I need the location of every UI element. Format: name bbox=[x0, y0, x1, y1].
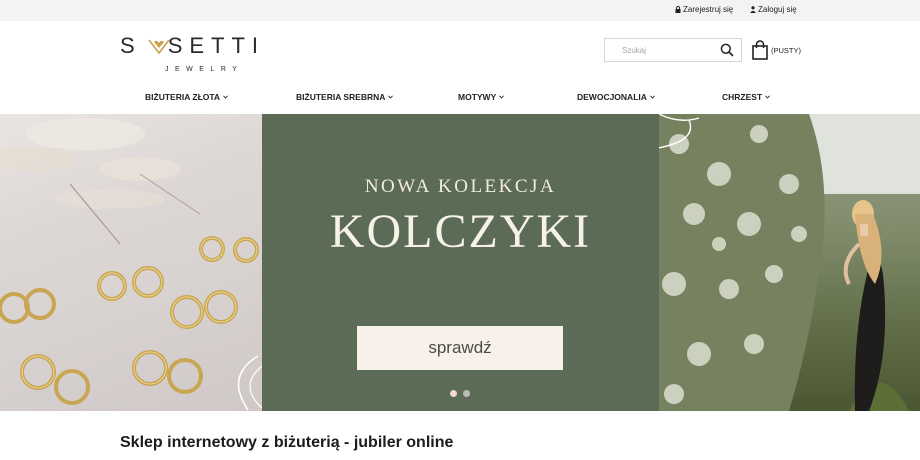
nav-item-label: CHRZEST bbox=[722, 92, 763, 102]
nav-item-devotional[interactable]: DEWOCJONALIA bbox=[577, 92, 655, 102]
hero-kicker: NOWA KOLEKCJA bbox=[364, 176, 557, 197]
top-utility-bar: Zarejestruj się Zaloguj się bbox=[0, 0, 920, 21]
cart-status: (PUSTY) bbox=[771, 45, 801, 55]
main-navigation: BIŻUTERIA ZŁOTA BIŻUTERIA SREBRNA MOTYWY… bbox=[0, 92, 920, 106]
nav-item-motifs[interactable]: MOTYWY bbox=[458, 92, 505, 102]
chevron-down-icon bbox=[388, 95, 394, 99]
nav-item-label: BIŻUTERIA ZŁOTA bbox=[145, 92, 221, 102]
slide-dot-2[interactable] bbox=[463, 390, 470, 397]
chevron-down-icon bbox=[650, 95, 655, 99]
chevron-down-icon bbox=[765, 95, 770, 99]
user-icon bbox=[750, 6, 756, 13]
register-link[interactable]: Zarejestruj się bbox=[675, 5, 733, 14]
earrings-photo-art bbox=[0, 118, 262, 411]
search-input[interactable] bbox=[605, 39, 717, 61]
logo-wordmark: S SETTI bbox=[120, 33, 266, 58]
register-label: Zarejestruj się bbox=[683, 5, 734, 14]
woman-photo-art bbox=[659, 114, 920, 411]
chevron-down-icon bbox=[223, 95, 228, 99]
logo-subtitle: JEWELRY bbox=[165, 66, 244, 73]
page-heading: Sklep internetowy z biżuterią - jubiler … bbox=[120, 434, 454, 451]
login-link[interactable]: Zaloguj się bbox=[750, 5, 797, 14]
woman-photo bbox=[659, 114, 920, 411]
lock-icon bbox=[675, 6, 681, 13]
nav-item-label: MOTYWY bbox=[458, 92, 497, 102]
nav-item-gold-jewelry[interactable]: BIŻUTERIA ZŁOTA bbox=[145, 92, 228, 102]
nav-item-silver-jewelry[interactable]: BIŻUTERIA SREBRNA bbox=[296, 92, 394, 102]
heart-logo-icon bbox=[148, 39, 170, 54]
cart-button[interactable]: (PUSTY) bbox=[752, 38, 801, 62]
chevron-down-icon bbox=[499, 95, 505, 99]
nav-item-label: DEWOCJONALIA bbox=[577, 92, 647, 102]
search-icon[interactable] bbox=[720, 43, 734, 57]
hero-headline: KOLCZYKI bbox=[329, 205, 592, 258]
login-label: Zaloguj się bbox=[758, 5, 797, 14]
brand-logo[interactable]: S SETTI JEWELRY bbox=[120, 33, 296, 78]
search-box bbox=[604, 38, 742, 62]
shopping-bag-icon bbox=[752, 40, 768, 60]
nav-item-label: BIŻUTERIA SREBRNA bbox=[296, 92, 386, 102]
hero-cta-button[interactable]: sprawdź bbox=[357, 326, 563, 370]
nav-item-baptism[interactable]: CHRZEST bbox=[722, 92, 770, 102]
earrings-photo bbox=[0, 114, 262, 411]
slide-dot-1[interactable] bbox=[450, 390, 457, 397]
